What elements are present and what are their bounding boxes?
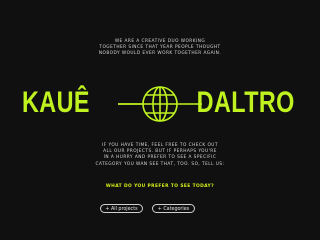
question-heading: WHAT DO YOU PREFER TO SEE TODAY? xyxy=(105,184,215,189)
plus-icon: + xyxy=(157,207,162,212)
intro-line: NOBODY WOULD EVER WORK TOGETHER AGAIN. xyxy=(98,51,222,57)
intro-text: WE ARE A CREATIVE DUO WORKING TOGETHER S… xyxy=(0,39,320,58)
brand-logo: KAUÊ DALTRO xyxy=(0,82,320,126)
description-line: CATEGORY YOU WAN SEE THAT, TOO. SO, TELL… xyxy=(95,161,225,167)
description-text: IF YOU HAVE TIME, FEEL FREE TO CHECK OUT… xyxy=(0,143,320,168)
brand-first-name: KAUÊ xyxy=(22,86,90,119)
plus-icon: + xyxy=(105,207,110,212)
all-projects-button[interactable]: + All projects xyxy=(100,204,143,213)
landing-page: WE ARE A CREATIVE DUO WORKING TOGETHER S… xyxy=(0,0,320,240)
categories-button[interactable]: + Categories xyxy=(152,204,195,213)
globe-icon xyxy=(118,86,202,122)
all-projects-label: All projects xyxy=(110,207,138,212)
brand-last-name: DALTRO xyxy=(196,86,295,119)
categories-label: Categories xyxy=(163,207,190,212)
